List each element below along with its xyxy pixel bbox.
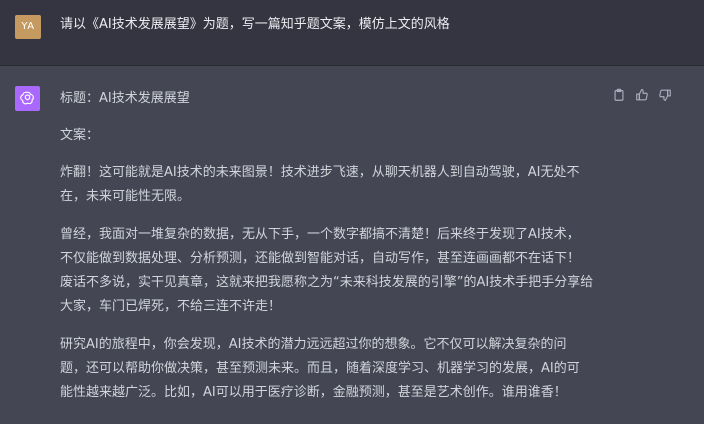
answer-paragraph: 曾经，我面对一堆复杂的数据，无从下手，一个数字都搞不清楚！后来终于发现了AI技术… (60, 223, 610, 319)
user-message-text: 请以《AI技术发展展望》为题，写一篇知乎题文案，模仿上文的风格 (60, 17, 450, 32)
thumbs-down-icon[interactable] (658, 88, 672, 102)
message-actions (612, 88, 672, 104)
user-message-row: YA 请以《AI技术发展展望》为题，写一篇知乎题文案，模仿上文的风格 (0, 0, 704, 66)
paragraph-line: 废话不多说，实干见真章，这就来把我愿称之为“未来科技发展的引擎”的AI技术手把手… (60, 275, 594, 290)
paragraph-line: 曾经，我面对一堆复杂的数据，无从下手，一个数字都搞不清楚！后来终于发现了AI技术… (60, 227, 580, 242)
paragraph-line: 在，未来可能性无限。 (60, 189, 191, 204)
copy-icon[interactable] (612, 88, 626, 102)
thumbs-up-icon[interactable] (635, 88, 649, 102)
chatgpt-logo-icon (15, 86, 40, 111)
assistant-message-row: 标题：AI技术发展展望 文案： 炸翻！这可能就是AI技术的未来图景！技术进步飞速… (0, 66, 704, 424)
chat-page: YA 请以《AI技术发展展望》为题，写一篇知乎题文案，模仿上文的风格 标题：AI… (0, 0, 704, 424)
paragraph-line: 炸翻！这可能就是AI技术的未来图景！技术进步飞速，从聊天机器人到自动驾驶，AI无… (60, 165, 580, 180)
answer-title: 标题：AI技术发展展望 (60, 91, 190, 106)
answer-label: 文案： (60, 128, 100, 143)
paragraph-line: 不仅能做到数据处理、分析预测，还能做到智能对话，自动写作，甚至连画画都不在话下！ (60, 251, 581, 266)
answer-paragraph: 研究AI的旅程中，你会发现，AI技术的潜力远远超过你的想象。它不仅可以解决复杂的… (60, 333, 610, 405)
assistant-answer: 标题：AI技术发展展望 文案： 炸翻！这可能就是AI技术的未来图景！技术进步飞速… (60, 87, 610, 405)
paragraph-line: 能性越来越广泛。比如，AI可以用于医疗诊断，金融预测，甚至是艺术创作。谁用谁香！ (60, 385, 567, 400)
paragraph-line: 大家，车门已焊死，不给三连不许走！ (60, 299, 282, 314)
paragraph-line: 题，还可以帮助你做决策，甚至预测未来。而且，随着深度学习、机器学习的发展，AI的… (60, 361, 580, 376)
paragraph-line: 研究AI的旅程中，你会发现，AI技术的潜力远远超过你的想象。它不仅可以解决复杂的… (60, 337, 567, 352)
answer-paragraph: 炸翻！这可能就是AI技术的未来图景！技术进步飞速，从聊天机器人到自动驾驶，AI无… (60, 161, 610, 209)
user-avatar: YA (15, 15, 41, 39)
